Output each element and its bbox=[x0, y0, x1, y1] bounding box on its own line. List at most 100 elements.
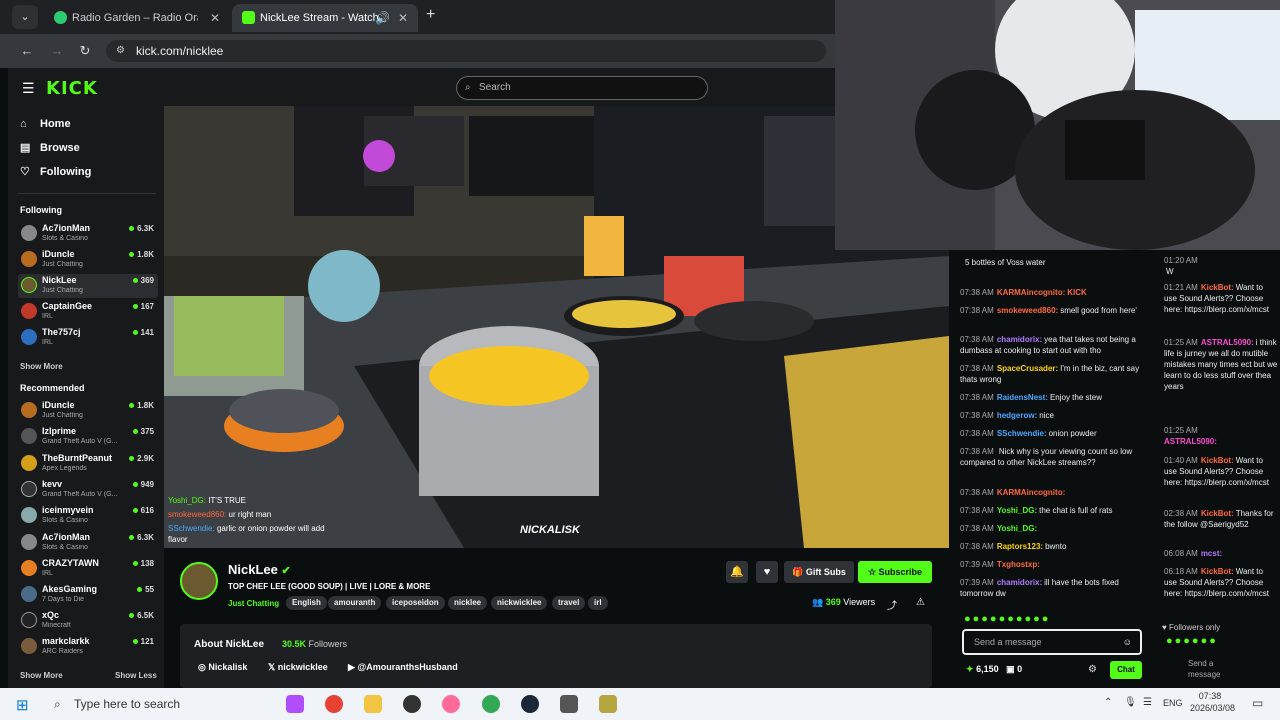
chat-text: 5 bottles of Voss water bbox=[965, 258, 1046, 267]
nav-browse[interactable]: ▤ Browse bbox=[20, 140, 80, 156]
chat-username: smokeweed860: bbox=[168, 510, 227, 519]
chat-username: SSchwendie: bbox=[996, 429, 1047, 438]
emote-row[interactable]: ●●●●●●●●●● bbox=[964, 613, 1050, 625]
tag[interactable]: amouranth bbox=[328, 596, 382, 610]
new-tab-button[interactable]: + bbox=[426, 6, 435, 24]
tag[interactable]: English bbox=[286, 596, 327, 610]
tab-nicklee[interactable]: NickLee Stream - Watch Liv 🔊 ✕ bbox=[232, 4, 418, 32]
show-more-following[interactable]: Show More bbox=[20, 362, 63, 371]
close-icon[interactable]: ✕ bbox=[398, 4, 408, 32]
channel-avatar[interactable] bbox=[180, 562, 218, 600]
recommended-channel[interactable]: Izlprime Grand Theft Auto V (G... 375 bbox=[18, 425, 158, 449]
recommended-channel[interactable]: kevv Grand Theft Auto V (G... 949 bbox=[18, 478, 158, 502]
reload-icon[interactable]: ↻ bbox=[76, 42, 94, 60]
tab-search-icon[interactable]: ⌄ bbox=[12, 5, 38, 29]
chat-message: 02:38 AM KickBot: Thanks for the follow @S… bbox=[1164, 508, 1278, 530]
emote-row[interactable]: ●●●●●● bbox=[1166, 635, 1218, 647]
channel-name[interactable]: NickLee ✔ bbox=[228, 562, 291, 577]
game-icon[interactable] bbox=[599, 695, 617, 713]
recommended-channel[interactable]: markclarkk ARC Raiders 121 bbox=[18, 635, 158, 659]
show-less-recommended[interactable]: Show Less bbox=[115, 671, 157, 680]
avatar bbox=[21, 402, 37, 418]
windows-start-icon[interactable]: ⊞ bbox=[16, 696, 29, 714]
tag[interactable]: travel bbox=[552, 596, 586, 610]
following-channel[interactable]: Ac7ionMan Slots & Casino 6.3K bbox=[18, 222, 158, 246]
social-youtube[interactable]: ▶ @AmouranthsHusband bbox=[348, 662, 458, 673]
tab-radio-garden[interactable]: Radio Garden – Radio Orania 9 ✕ bbox=[44, 4, 230, 32]
video-player[interactable] bbox=[164, 106, 949, 548]
speaker-icon[interactable]: 🔊 bbox=[375, 4, 390, 32]
chat-username: mcst: bbox=[1200, 549, 1223, 558]
recommended-channel[interactable]: iDuncle Just Chatting 1.8K bbox=[18, 399, 158, 423]
steam-icon[interactable] bbox=[521, 695, 539, 713]
copilot-icon[interactable] bbox=[286, 695, 304, 713]
nav-following[interactable]: ♡ Following bbox=[20, 164, 91, 180]
report-icon[interactable]: ⚠ bbox=[916, 597, 925, 608]
chat-username: Yoshi_DG: bbox=[168, 496, 206, 505]
site-info-icon[interactable]: ⚙ bbox=[116, 40, 125, 62]
chat-username: chamidorix: bbox=[996, 578, 1043, 587]
forward-icon[interactable]: → bbox=[48, 42, 66, 60]
stream-title: TOP CHEF LEE (GOOD SOUP) | LIVE | LORE &… bbox=[228, 582, 431, 591]
emoji-icon[interactable]: ☺ bbox=[1123, 631, 1132, 653]
share-icon[interactable]: ⤴ bbox=[887, 597, 897, 612]
following-channel[interactable]: iDuncle Just Chatting 1.8K bbox=[18, 248, 158, 272]
stream-category[interactable]: Just Chatting bbox=[228, 599, 279, 608]
viewers-icon: 👥 bbox=[812, 597, 824, 607]
nav-home[interactable]: ⌂ Home bbox=[20, 116, 71, 132]
tag[interactable]: iceposeidon bbox=[386, 596, 445, 610]
recommended-channel[interactable]: Ac7ionMan Slots & Casino 6.3K bbox=[18, 531, 158, 555]
language-indicator[interactable]: ENG bbox=[1163, 698, 1183, 708]
show-more-recommended[interactable]: Show More bbox=[20, 671, 63, 680]
avatar bbox=[21, 638, 37, 654]
search-icon: ⌕ bbox=[54, 697, 61, 711]
chrome-icon[interactable] bbox=[325, 695, 343, 713]
avatar bbox=[21, 586, 37, 602]
nav-label: Browse bbox=[40, 142, 80, 154]
chat-message: 07:38 AM RaidensNest: Enjoy the stew bbox=[960, 392, 1150, 403]
kick-logo[interactable]: KICK bbox=[46, 78, 98, 99]
file-explorer-icon[interactable] bbox=[364, 695, 382, 713]
taskbar-search[interactable]: ⌕ Type here to search bbox=[48, 692, 270, 716]
clock[interactable]: 07:38 2026/03/08 bbox=[1190, 690, 1235, 714]
chrome-alt-icon[interactable] bbox=[482, 695, 500, 713]
tag[interactable]: nicklee bbox=[448, 596, 488, 610]
notifications-icon[interactable]: ▭ bbox=[1252, 696, 1263, 710]
follow-heart-button[interactable]: ♥ bbox=[756, 561, 778, 583]
recommended-channel[interactable]: CRAZYTAWN IRL 138 bbox=[18, 557, 158, 581]
menu-icon[interactable]: ☰ bbox=[22, 80, 35, 97]
settings-icon[interactable]: ⚙ bbox=[1088, 664, 1097, 675]
url-field[interactable]: ⚙ kick.com/nicklee bbox=[106, 40, 826, 62]
social-instagram[interactable]: ◎ Nickalisk bbox=[198, 662, 247, 673]
recommended-channel[interactable]: TheBurntPeanut Apex Legends 2.9K bbox=[18, 452, 158, 476]
channel-points[interactable]: ✦ 6,150 ▣ 0 bbox=[966, 664, 1022, 675]
following-channel[interactable]: The757cj IRL 141 bbox=[18, 326, 158, 350]
subscribe-button[interactable]: ☆ Subscribe bbox=[858, 561, 932, 583]
following-channel[interactable]: CaptainGee IRL 167 bbox=[18, 300, 158, 324]
mic-icon[interactable]: 🎙 bbox=[1124, 697, 1137, 708]
recommended-channel[interactable]: xQc Minecraft 6.5K bbox=[18, 609, 158, 633]
chat-message: 01:40 AM KickBot: Want to use Sound Alerts… bbox=[1164, 455, 1278, 488]
obs-icon[interactable] bbox=[403, 695, 421, 713]
tag[interactable]: irl bbox=[588, 596, 608, 610]
chat-send-button[interactable]: Chat bbox=[1110, 661, 1142, 679]
recommended-channel[interactable]: AkesGaming 7 Days to Die 55 bbox=[18, 583, 158, 607]
tab-title: NickLee Stream - Watch Liv bbox=[260, 12, 378, 24]
recommended-channel[interactable]: iceinmyvein Slots & Casino 616 bbox=[18, 504, 158, 528]
social-x[interactable]: 𝕏 nickwicklee bbox=[268, 662, 328, 673]
tray-chevron-icon[interactable]: ⌃ bbox=[1104, 697, 1112, 708]
search-input[interactable]: ⌕ Search bbox=[456, 76, 708, 100]
network-icon[interactable]: ☰ bbox=[1143, 697, 1152, 708]
gift-subs-button[interactable]: 🎁 Gift Subs bbox=[784, 561, 854, 583]
chat-input[interactable]: Send a message ☺ bbox=[962, 629, 1142, 655]
tag[interactable]: nickwicklee bbox=[491, 596, 548, 610]
following-channel-selected[interactable]: NickLee Just Chatting 369 bbox=[18, 274, 158, 298]
secondary-chat-input[interactable]: Send a message bbox=[1188, 658, 1228, 680]
close-icon[interactable]: ✕ bbox=[210, 4, 220, 32]
chat-username: hedgerow: bbox=[996, 411, 1038, 420]
app-icon[interactable] bbox=[442, 695, 460, 713]
chat-username: Txghostxp: bbox=[996, 560, 1040, 569]
app-icon[interactable] bbox=[560, 695, 578, 713]
back-icon[interactable]: ← bbox=[18, 42, 36, 60]
notification-bell-button[interactable]: 🔔 bbox=[726, 561, 748, 583]
